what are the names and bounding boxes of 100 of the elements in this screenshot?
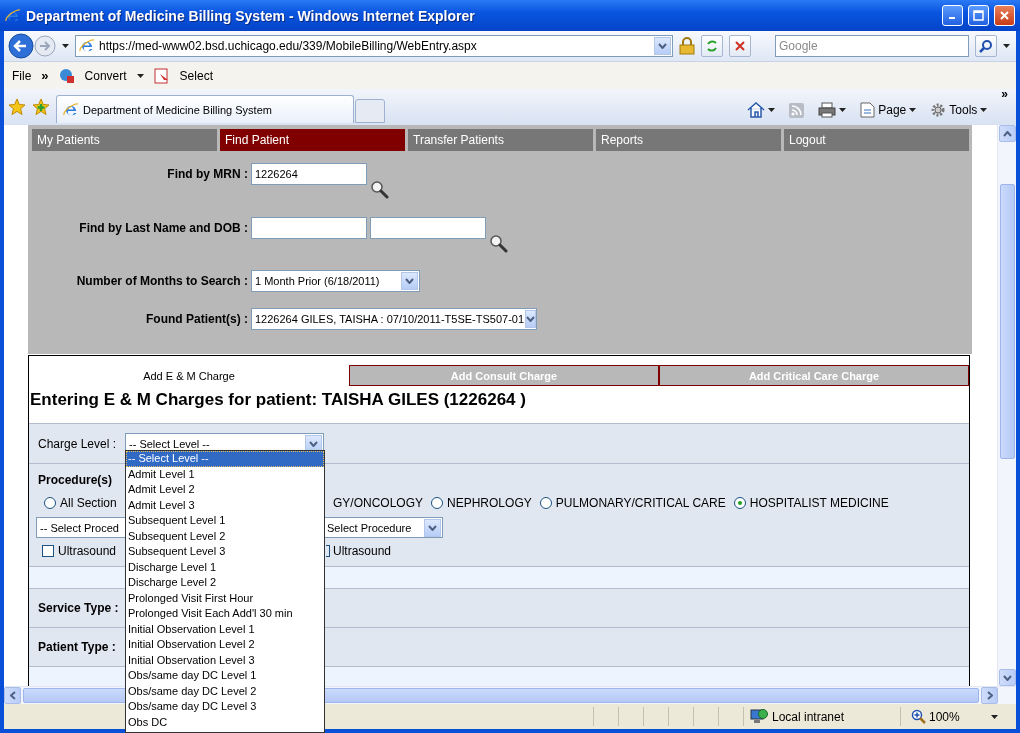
- radio-label: HOSPITALIST MEDICINE: [749, 496, 889, 510]
- print-icon[interactable]: [818, 102, 837, 118]
- radio-button[interactable]: [539, 497, 552, 509]
- chevron-up-icon[interactable]: [1002, 130, 1012, 137]
- checkbox[interactable]: [42, 545, 54, 557]
- dropdown-option[interactable]: Obs/same day DC Level 3: [126, 699, 324, 715]
- months-select[interactable]: 1 Month Prior (6/18/2011): [251, 270, 420, 292]
- maximize-button[interactable]: [968, 5, 989, 26]
- minimize-button[interactable]: [942, 5, 963, 26]
- field-label: Found Patient(s) :: [145, 311, 248, 328]
- back-button[interactable]: [8, 33, 34, 59]
- last-name-input[interactable]: [251, 217, 367, 239]
- scroll-left-button[interactable]: [4, 687, 21, 704]
- procedure-select[interactable]: -- Select Proced: [36, 517, 125, 538]
- radio-button[interactable]: [431, 497, 444, 509]
- search-icon[interactable]: [489, 234, 508, 253]
- favorites-star-icon[interactable]: [8, 98, 26, 116]
- convert-button[interactable]: Convert: [84, 68, 127, 83]
- nav-tab[interactable]: Find Patient: [220, 129, 405, 151]
- dropdown-option[interactable]: Admit Level 1: [126, 466, 324, 482]
- tools-menu[interactable]: Tools: [949, 103, 978, 117]
- home-icon[interactable]: [747, 102, 766, 118]
- caret-icon[interactable]: [1003, 44, 1010, 48]
- section-label: Procedure(s): [38, 473, 113, 487]
- menu-item[interactable]: File: [12, 68, 32, 83]
- window-title: Department of Medicine Billing System - Windows Internet Explorer: [26, 7, 476, 24]
- chevron-down-icon[interactable]: [1002, 674, 1012, 681]
- close-button[interactable]: [994, 5, 1015, 26]
- scrollbar-thumb[interactable]: [999, 184, 1015, 459]
- chevron-icon[interactable]: »: [997, 87, 1012, 101]
- zoom-in-icon[interactable]: [911, 709, 926, 724]
- scroll-down-button[interactable]: [998, 669, 1016, 686]
- maximize-icon[interactable]: [973, 10, 984, 21]
- dropdown-option[interactable]: Admit Level 3: [126, 497, 324, 513]
- browser-logo-icon: [5, 7, 21, 24]
- caret-icon[interactable]: [839, 108, 847, 112]
- caret-icon[interactable]: [980, 108, 988, 112]
- search-field[interactable]: Google: [775, 35, 969, 57]
- field-label: Find by MRN :: [166, 166, 248, 183]
- add-favorite-icon[interactable]: [32, 98, 50, 116]
- dropdown-option[interactable]: Initial Observation Level 1: [126, 621, 324, 637]
- dob-input[interactable]: [370, 217, 486, 239]
- dropdown-option[interactable]: Obs/same day DC Level 1: [126, 668, 324, 684]
- radio-label: GY/ONCOLOGY: [333, 496, 424, 510]
- chevron-right-icon[interactable]: [986, 691, 993, 700]
- field-label: Service Type :: [38, 601, 119, 615]
- scroll-up-button[interactable]: [998, 125, 1016, 142]
- dropdown-option[interactable]: Prolonged Visit Each Add'l 30 min: [126, 606, 324, 622]
- dropdown-option[interactable]: Obs DC: [126, 714, 324, 730]
- address-field[interactable]: https://med-www02.bsd.uchicago.edu/339/MobileBilling/WebEntry.aspx: [75, 35, 673, 57]
- gear-icon[interactable]: [930, 102, 947, 118]
- stop-icon[interactable]: [734, 40, 746, 52]
- stop-button[interactable]: [729, 35, 751, 57]
- dropdown-option[interactable]: Subsequent Level 3: [126, 544, 324, 560]
- dropdown-option[interactable]: Prolonged Visit First Hour: [126, 590, 324, 606]
- nav-tab[interactable]: Logout: [784, 129, 969, 151]
- nav-tab[interactable]: Transfer Patients: [408, 129, 593, 151]
- chevron-icon[interactable]: »: [41, 68, 49, 83]
- radio-label: NEPHROLOGY: [447, 496, 532, 510]
- caret-icon[interactable]: [62, 44, 69, 48]
- mrn-input[interactable]: 1226264: [251, 163, 367, 185]
- caret-icon[interactable]: [991, 714, 998, 719]
- lock-icon: [679, 37, 695, 55]
- dropdown-option[interactable]: Initial Observation Level 3: [126, 652, 324, 668]
- caret-icon[interactable]: [909, 108, 917, 112]
- dropdown-option[interactable]: Discharge Level 1: [126, 559, 324, 575]
- browser-tab[interactable]: Department of Medicine Billing System: [56, 95, 354, 123]
- page-menu[interactable]: Page: [878, 103, 907, 117]
- dropdown-option[interactable]: Subsequent Level 1: [126, 513, 324, 529]
- close-icon[interactable]: [999, 10, 1010, 21]
- checkbox[interactable]: [326, 545, 330, 557]
- convert-icon[interactable]: [58, 67, 75, 84]
- radio-button[interactable]: [44, 497, 56, 509]
- network-globe-icon: [750, 708, 768, 725]
- dropdown-option[interactable]: Discharge Level 2: [126, 575, 324, 591]
- radio-button[interactable]: [733, 497, 746, 509]
- field-label: Find by Last Name and DOB :: [78, 220, 248, 237]
- caret-icon[interactable]: [768, 108, 776, 112]
- dropdown-option[interactable]: -- Select Level --: [126, 451, 324, 467]
- radio-label: All Section: [60, 496, 117, 510]
- dropdown-option[interactable]: Obs/same day DC Level 2: [126, 683, 324, 699]
- caret-icon[interactable]: [136, 73, 144, 78]
- field-label: Charge Level :: [38, 436, 118, 451]
- chevron-left-icon[interactable]: [9, 691, 16, 700]
- search-icon[interactable]: [370, 180, 389, 199]
- zoom-level[interactable]: 100%: [929, 709, 960, 724]
- checkbox-label: Ultrasound: [58, 544, 117, 558]
- select-button[interactable]: Select: [179, 68, 213, 83]
- nav-tab[interactable]: My Patients: [32, 129, 217, 151]
- dropdown-option[interactable]: Subsequent Level 2: [126, 528, 324, 544]
- dropdown-option[interactable]: Admit Level 2: [126, 482, 324, 498]
- field-label: Patient Type :: [38, 640, 116, 654]
- radio-label: PULMONARY/CRITICAL CARE: [555, 496, 726, 510]
- page-icon[interactable]: [860, 102, 876, 118]
- patient-select[interactable]: 1226264 GILES, TAISHA : 07/10/2011-T5SE-TS507-01: [251, 308, 537, 330]
- scroll-right-button[interactable]: [981, 687, 998, 704]
- procedure-select[interactable]: Select Procedure: [325, 517, 443, 538]
- document-icon[interactable]: [153, 67, 170, 84]
- nav-tab[interactable]: Reports: [596, 129, 781, 151]
- dropdown-option[interactable]: Initial Observation Level 2: [126, 637, 324, 653]
